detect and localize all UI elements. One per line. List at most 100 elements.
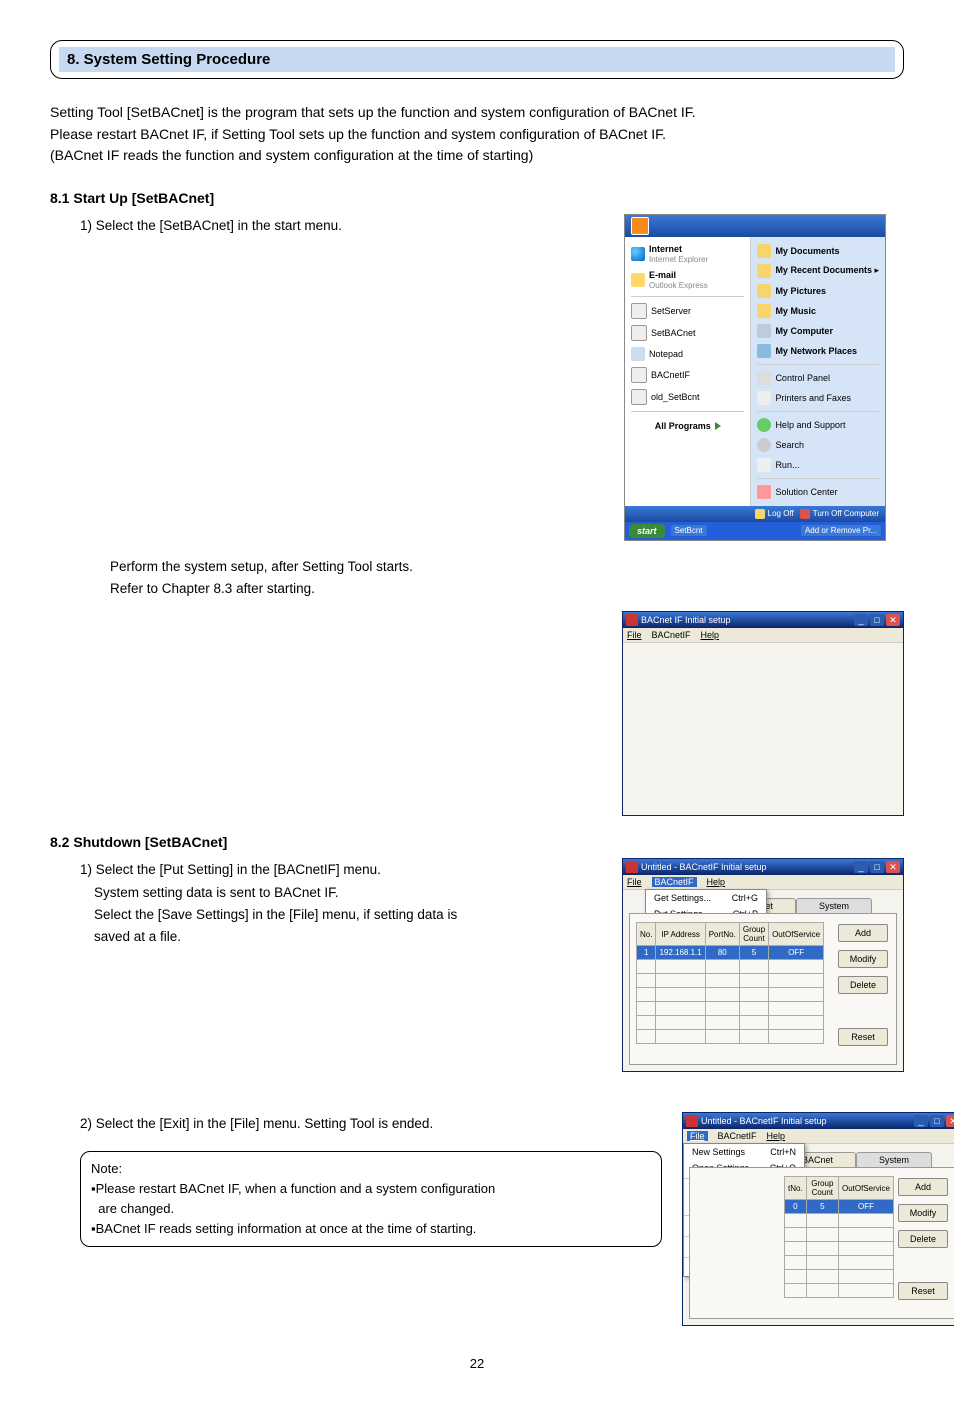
sm-my-music[interactable]: My Music bbox=[753, 301, 883, 321]
table-row[interactable] bbox=[785, 1242, 894, 1256]
section-header: 8. System Setting Procedure bbox=[59, 47, 895, 72]
table-row[interactable] bbox=[785, 1256, 894, 1270]
menu-bacnetif[interactable]: BACnetIF bbox=[652, 630, 691, 640]
sec82-step1d: saved at a file. bbox=[94, 927, 602, 947]
sm-network-places[interactable]: My Network Places bbox=[753, 341, 883, 361]
sec81-perform1: Perform the system setup, after Setting … bbox=[110, 557, 904, 577]
menu-help[interactable]: Help bbox=[701, 630, 720, 640]
sm-search[interactable]: Search bbox=[753, 435, 883, 455]
minimize-button[interactable]: _ bbox=[854, 861, 868, 873]
menu-bacnetif[interactable]: BACnetIF bbox=[652, 877, 697, 887]
delete-button[interactable]: Delete bbox=[898, 1230, 948, 1248]
menu-file[interactable]: File bbox=[687, 1131, 708, 1141]
cell: 0 bbox=[785, 1200, 807, 1214]
table-row[interactable] bbox=[637, 1002, 824, 1016]
new-settings-item[interactable]: New SettingsCtrl+N bbox=[684, 1144, 804, 1160]
get-settings-item[interactable]: Get Settings...Ctrl+G bbox=[646, 890, 766, 906]
sm-printers-faxes[interactable]: Printers and Faxes bbox=[753, 388, 883, 408]
reset-button[interactable]: Reset bbox=[898, 1282, 948, 1300]
menu-file[interactable]: File bbox=[627, 877, 642, 887]
table-row[interactable] bbox=[785, 1270, 894, 1284]
sm-my-documents[interactable]: My Documents bbox=[753, 241, 883, 261]
sm-recent-docs[interactable]: My Recent Documents ▸ bbox=[753, 261, 883, 281]
sec81-perform2: Refer to Chapter 8.3 after starting. bbox=[110, 579, 904, 599]
user-avatar-icon bbox=[631, 217, 649, 235]
menu-help[interactable]: Help bbox=[767, 1131, 786, 1141]
cell: 5 bbox=[739, 946, 768, 960]
delete-button[interactable]: Delete bbox=[838, 976, 888, 994]
modify-button[interactable]: Modify bbox=[898, 1204, 948, 1222]
cell: 5 bbox=[806, 1200, 838, 1214]
table-row[interactable] bbox=[785, 1214, 894, 1228]
minimize-button[interactable]: _ bbox=[914, 1115, 928, 1127]
table-row[interactable]: 0 5 OFF bbox=[785, 1200, 894, 1214]
tab-system[interactable]: System bbox=[856, 1152, 932, 1167]
log-off-button[interactable]: Log Off bbox=[755, 509, 794, 519]
table-row[interactable] bbox=[637, 1016, 824, 1030]
sm-internet[interactable]: Internet Internet Explorer bbox=[627, 241, 748, 267]
arrow-right-icon bbox=[715, 422, 721, 430]
dd-shortcut: Ctrl+G bbox=[732, 893, 758, 903]
all-programs[interactable]: All Programs bbox=[627, 415, 748, 437]
sm-item-notepad[interactable]: Notepad bbox=[627, 344, 748, 364]
sm-item-setbacnet[interactable]: SetBACnet bbox=[627, 322, 748, 344]
table-row[interactable] bbox=[637, 988, 824, 1002]
sm-email-sub: Outlook Express bbox=[649, 281, 708, 290]
cell: OFF bbox=[838, 1200, 893, 1214]
menubar: File BACnetIF Help bbox=[683, 1129, 954, 1144]
sec81-step1: 1) Select the [SetBACnet] in the start m… bbox=[80, 216, 604, 236]
notepad-icon bbox=[631, 347, 645, 361]
app-icon bbox=[631, 367, 647, 383]
dd-label: New Settings bbox=[692, 1147, 745, 1157]
menu-bacnetif[interactable]: BACnetIF bbox=[718, 1131, 757, 1141]
table-row[interactable] bbox=[785, 1284, 894, 1298]
taskbar-item[interactable]: SetBcnt bbox=[671, 525, 707, 536]
table-row[interactable] bbox=[785, 1228, 894, 1242]
menu-help[interactable]: Help bbox=[707, 877, 726, 887]
tab-panel: No. IP Address PortNo. Group Count OutOf… bbox=[629, 913, 897, 1065]
table-row[interactable] bbox=[637, 960, 824, 974]
close-button[interactable]: ✕ bbox=[886, 861, 900, 873]
turnoff-label: Turn Off Computer bbox=[813, 509, 879, 518]
sm-my-computer[interactable]: My Computer bbox=[753, 321, 883, 341]
add-button[interactable]: Add bbox=[898, 1178, 948, 1196]
menu-file[interactable]: File bbox=[627, 630, 642, 640]
window-client-area bbox=[623, 643, 903, 815]
intro-text: Setting Tool [SetBACnet] is the program … bbox=[50, 103, 904, 166]
table-row[interactable] bbox=[637, 1030, 824, 1044]
sm-label: Control Panel bbox=[775, 373, 830, 383]
page-number: 22 bbox=[50, 1356, 904, 1371]
taskbar-item[interactable]: Add or Remove Pr... bbox=[801, 525, 881, 536]
sm-solution-center[interactable]: Solution Center bbox=[753, 482, 883, 502]
sm-label: My Pictures bbox=[775, 286, 826, 296]
table-row[interactable] bbox=[637, 974, 824, 988]
window-client-area: Get Settings...Ctrl+G Put SettingsCtrl+P… bbox=[623, 890, 903, 1071]
maximize-button[interactable]: □ bbox=[930, 1115, 944, 1127]
sm-item-setserver[interactable]: SetServer bbox=[627, 300, 748, 322]
maximize-button[interactable]: □ bbox=[870, 614, 884, 626]
maximize-button[interactable]: □ bbox=[870, 861, 884, 873]
close-button[interactable]: ✕ bbox=[886, 614, 900, 626]
turn-off-button[interactable]: Turn Off Computer bbox=[800, 509, 879, 519]
sm-help-support[interactable]: Help and Support bbox=[753, 415, 883, 435]
close-button[interactable]: ✕ bbox=[946, 1115, 954, 1127]
sm-item-bacnetif[interactable]: BACnetIF bbox=[627, 364, 748, 386]
tab-system[interactable]: System bbox=[796, 898, 872, 913]
sm-control-panel[interactable]: Control Panel bbox=[753, 368, 883, 388]
window-put-settings: Untitled - BACnetIF Initial setup _ □ ✕ … bbox=[622, 858, 904, 1072]
start-menu-bottom: Log Off Turn Off Computer bbox=[625, 506, 885, 522]
reset-button[interactable]: Reset bbox=[838, 1028, 888, 1046]
cell: 80 bbox=[705, 946, 739, 960]
minimize-button[interactable]: _ bbox=[854, 614, 868, 626]
sm-item-oldsetbcnt[interactable]: old_SetBcnt bbox=[627, 386, 748, 408]
table-row[interactable]: 1 192.168.1.1 80 5 OFF bbox=[637, 946, 824, 960]
add-button[interactable]: Add bbox=[838, 924, 888, 942]
logoff-icon bbox=[755, 509, 765, 519]
th-tno: tNo. bbox=[785, 1177, 807, 1200]
sm-my-pictures[interactable]: My Pictures bbox=[753, 281, 883, 301]
start-button[interactable]: start bbox=[629, 524, 665, 538]
modify-button[interactable]: Modify bbox=[838, 950, 888, 968]
sm-run[interactable]: Run... bbox=[753, 455, 883, 475]
sm-email[interactable]: E-mail Outlook Express bbox=[627, 267, 748, 293]
sec82-step1c: Select the [Save Settings] in the [File]… bbox=[94, 905, 602, 925]
